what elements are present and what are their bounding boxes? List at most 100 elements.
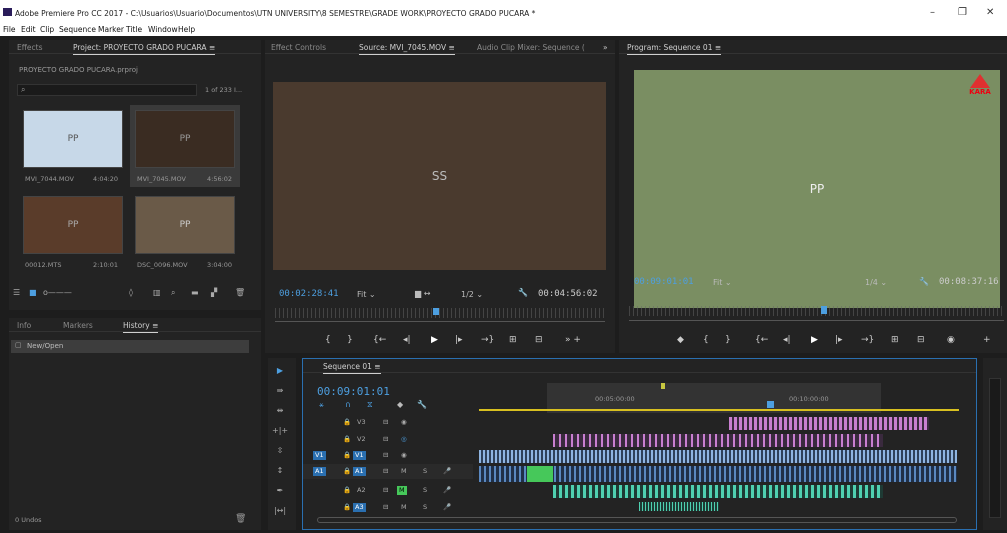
sync-icon[interactable]: ⊟ (381, 503, 390, 512)
add-button-icon[interactable]: + (983, 335, 991, 345)
tab-project[interactable]: Project: PROYECTO GRADO PUCARA ≡ (73, 43, 216, 55)
solo-button[interactable]: S (421, 486, 429, 495)
lock-icon[interactable]: 🔒 (341, 486, 353, 495)
track-name[interactable]: V1 (353, 451, 366, 460)
tab-effects[interactable]: Effects (17, 43, 43, 52)
menu-title[interactable]: Title (126, 25, 142, 34)
tab-info[interactable]: Info (17, 321, 31, 330)
timeline-playhead[interactable] (767, 401, 774, 408)
rolling-edit-tool-icon[interactable]: +|+ (272, 426, 288, 440)
settings-wrench-icon[interactable]: 🔧 (417, 400, 427, 409)
icon-view-icon[interactable]: ■ (29, 288, 37, 297)
more-controls-icon[interactable]: » + (565, 335, 581, 345)
mute-button[interactable]: M (399, 503, 409, 512)
microphone-icon[interactable]: 🎤 (441, 503, 453, 512)
menu-marker[interactable]: Marker (98, 25, 124, 34)
thumb-00012[interactable]: PP (23, 196, 123, 254)
video-clip-v3[interactable] (729, 417, 929, 430)
microphone-icon[interactable]: 🎤 (441, 467, 453, 476)
snap-icon[interactable]: ∩ (345, 400, 351, 409)
thumb-mvi-7044[interactable]: PP (23, 110, 123, 168)
more-panels-icon[interactable]: » (603, 43, 608, 52)
go-to-out-icon[interactable]: →} (481, 335, 494, 345)
delete-history-icon[interactable]: 🗑 (235, 514, 246, 524)
history-entry[interactable]: ▢ New/Open (11, 340, 249, 353)
step-back-icon[interactable]: ◂| (783, 335, 791, 345)
mark-in-icon[interactable]: { (325, 335, 331, 345)
menu-help[interactable]: Help (178, 25, 195, 34)
mute-button[interactable]: M (397, 486, 407, 495)
find-icon[interactable]: ⌕ (171, 288, 175, 298)
timeline-timecode[interactable]: 00:09:01:01 (317, 385, 390, 398)
project-search-input[interactable]: ⌕ (17, 84, 197, 96)
program-resolution-select[interactable]: 1/4 ⌄ (865, 278, 887, 287)
source-scrollbar[interactable] (275, 321, 605, 322)
trash-icon[interactable]: 🗑 (235, 288, 245, 297)
menu-edit[interactable]: Edit (21, 25, 36, 34)
go-to-out-icon[interactable]: →} (861, 335, 874, 345)
hand-tool-icon[interactable]: |↔| (272, 506, 288, 520)
eye-icon[interactable]: ◉ (399, 451, 409, 460)
sync-icon[interactable]: ⊟ (381, 467, 390, 476)
lock-icon[interactable]: 🔒 (341, 435, 353, 444)
source-resolution-select[interactable]: 1/2 ⌄ (461, 290, 483, 299)
menu-window[interactable]: Window (148, 25, 178, 34)
audio-clip-a2[interactable] (553, 485, 883, 498)
lift-icon[interactable]: ⊞ (891, 335, 899, 345)
linked-selection-icon[interactable]: ⧖ (367, 400, 373, 410)
track-select-tool-icon[interactable]: ⇛ (272, 386, 288, 400)
sync-icon[interactable]: ⊟ (381, 418, 390, 427)
tab-audio-mixer[interactable]: Audio Clip Mixer: Sequence ( (477, 43, 585, 52)
audio-clip-a1-green[interactable] (527, 466, 553, 482)
eye-off-icon[interactable]: ◎ (399, 435, 409, 444)
slip-tool-icon[interactable]: ↕ (272, 466, 288, 480)
go-to-in-icon[interactable]: {← (373, 335, 386, 345)
mute-button[interactable]: M (399, 467, 409, 476)
source-patch[interactable]: V1 (313, 451, 326, 460)
play-icon[interactable]: ▶ (811, 335, 818, 345)
tab-history[interactable]: History ≡ (123, 321, 159, 333)
sync-icon[interactable]: ⊟ (381, 435, 390, 444)
mark-out-icon[interactable]: } (725, 335, 731, 345)
eye-icon[interactable]: ◉ (399, 418, 409, 427)
zoom-slider[interactable]: o——— (43, 288, 72, 297)
sync-icon[interactable]: ⊟ (381, 451, 390, 460)
timeline-horizontal-scrollbar[interactable] (317, 517, 957, 523)
program-playhead[interactable] (821, 306, 827, 314)
close-button[interactable]: ✕ (986, 7, 994, 18)
menu-sequence[interactable]: Sequence (59, 25, 96, 34)
track-name[interactable]: A1 (353, 467, 366, 476)
program-playhead-timecode[interactable]: 00:09:01:01 (634, 277, 694, 287)
pen-tool-icon[interactable]: ✒ (272, 486, 288, 500)
selection-tool-icon[interactable]: ▶ (272, 366, 288, 380)
add-marker-icon[interactable]: ◆ (677, 335, 684, 345)
add-marker-icon[interactable]: ◆ (397, 400, 403, 409)
step-forward-icon[interactable]: |▸ (455, 335, 463, 345)
step-back-icon[interactable]: ◂| (403, 335, 411, 345)
new-item-icon[interactable]: ▞ (211, 288, 217, 297)
solo-button[interactable]: S (421, 467, 429, 476)
source-playhead-timecode[interactable]: 00:02:28:41 (279, 289, 339, 299)
go-to-in-icon[interactable]: {← (755, 335, 768, 345)
mark-out-icon[interactable]: } (347, 335, 353, 345)
source-fit-select[interactable]: Fit ⌄ (357, 290, 376, 299)
lock-icon[interactable]: 🔒 (341, 451, 353, 460)
settings-icon[interactable]: ▆ ↔ (415, 289, 430, 298)
play-icon[interactable]: ▶ (431, 335, 438, 345)
razor-tool-icon[interactable]: ⇳ (272, 446, 288, 460)
new-bin-icon[interactable]: ▬ (191, 288, 199, 297)
source-patch[interactable]: A1 (313, 467, 326, 476)
tab-effect-controls[interactable]: Effect Controls (271, 43, 326, 52)
wrench-icon[interactable]: 🔧 (919, 277, 929, 286)
export-frame-icon[interactable]: ◉ (947, 335, 955, 345)
overwrite-icon[interactable]: ⊟ (535, 335, 543, 345)
step-forward-icon[interactable]: |▸ (835, 335, 843, 345)
timeline-ruler[interactable]: 00:05:00:00 00:10:00:00 (479, 383, 971, 413)
insert-icon[interactable]: ⊞ (509, 335, 517, 345)
minimize-button[interactable]: – (930, 7, 935, 18)
ripple-edit-tool-icon[interactable]: ⇹ (272, 406, 288, 420)
tab-markers[interactable]: Markers (63, 321, 93, 330)
source-time-ruler[interactable] (275, 308, 605, 318)
extract-icon[interactable]: ⊟ (917, 335, 925, 345)
sync-icon[interactable]: ⊟ (381, 486, 390, 495)
